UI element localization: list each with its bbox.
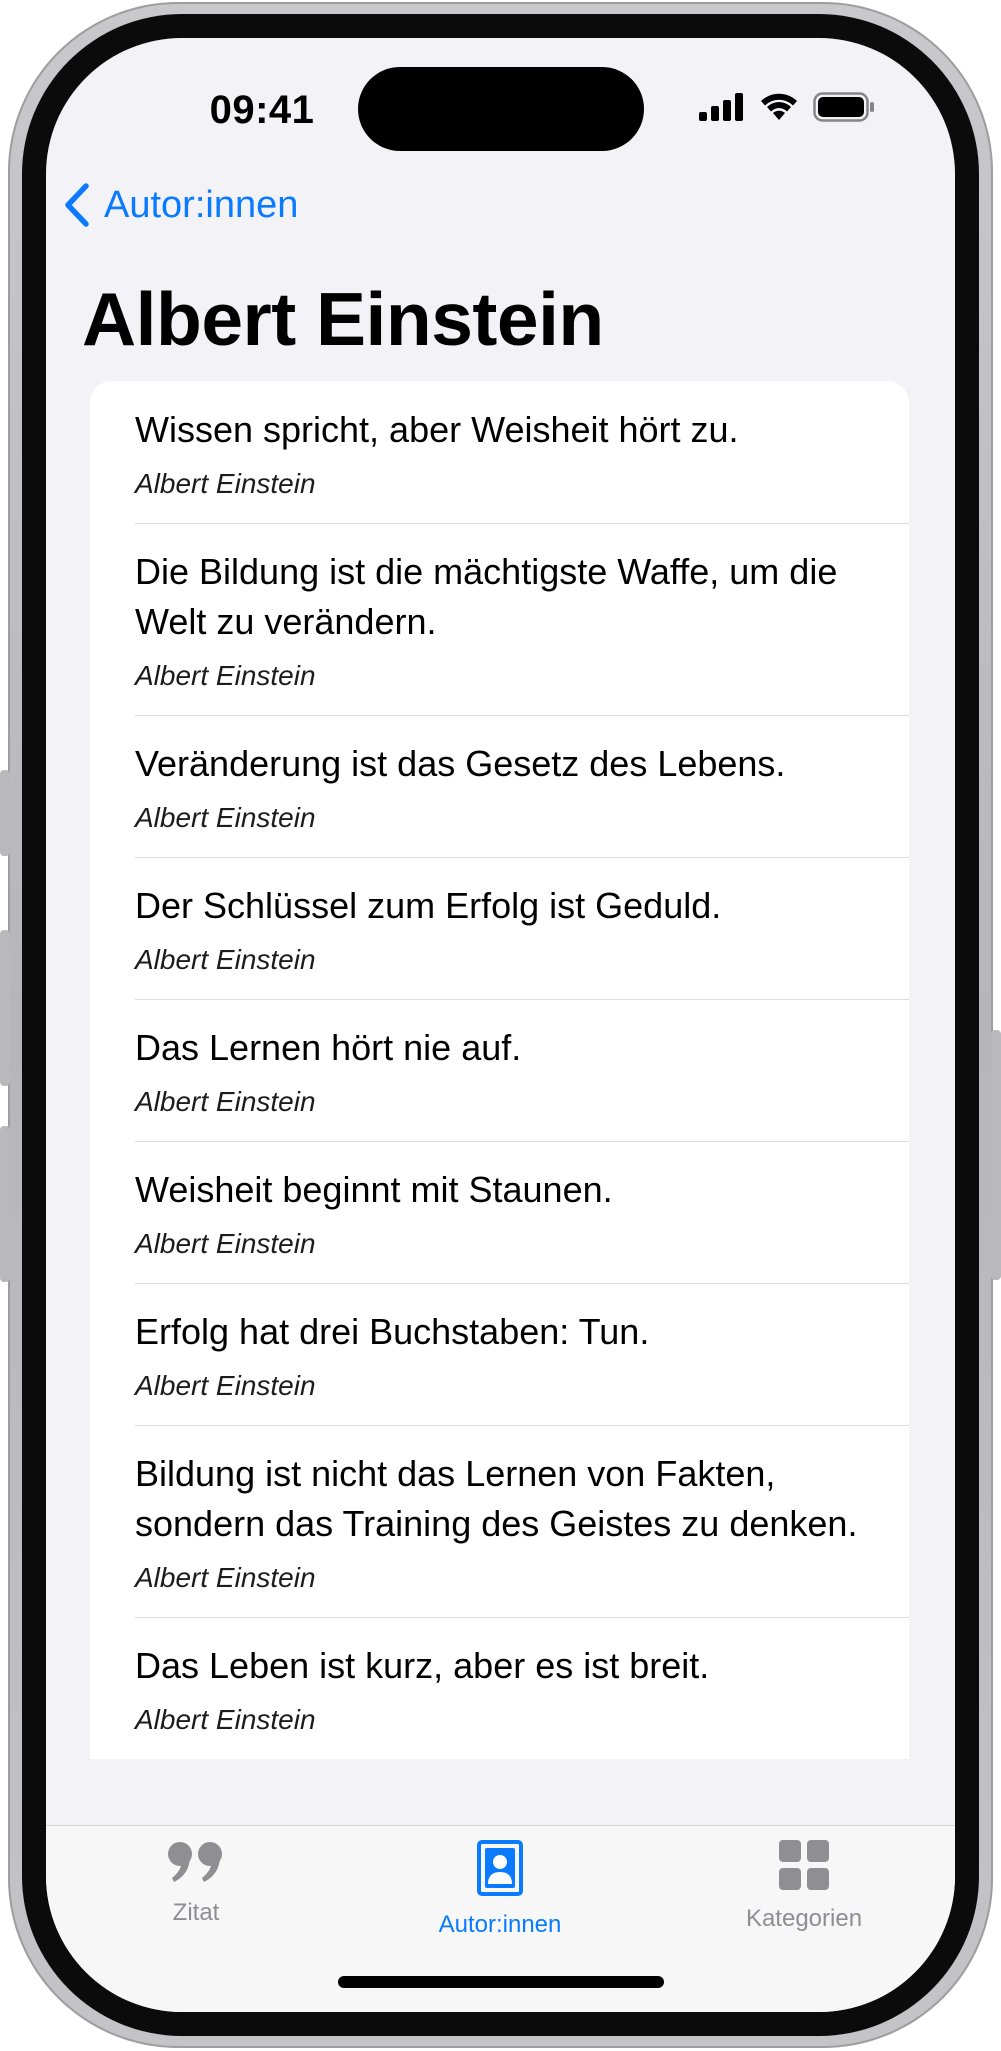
quote-row[interactable]: Erfolg hat drei Buchstaben: Tun. Albert … — [90, 1283, 909, 1425]
quote-text: Die Bildung ist die mächtigste Waffe, um… — [135, 551, 838, 642]
status-icons — [699, 92, 875, 122]
dynamic-island — [358, 67, 644, 151]
status-time: 09:41 — [209, 88, 315, 132]
quote-text: Weisheit beginnt mit Staunen. — [135, 1169, 613, 1210]
chevron-left-icon — [65, 183, 89, 227]
quote-author: Albert Einstein — [135, 1228, 316, 1259]
wifi-icon — [761, 93, 797, 120]
quote-author: Albert Einstein — [135, 660, 316, 691]
quote-author: Albert Einstein — [135, 1086, 316, 1117]
quote-author: Albert Einstein — [135, 1370, 316, 1401]
back-button-label: Autor:innen — [104, 183, 299, 226]
quote-text: Veränderung ist das Gesetz des Lebens. — [135, 743, 786, 784]
grid-icon — [779, 1840, 829, 1890]
cellular-signal-icon — [699, 93, 743, 121]
quote-text: Der Schlüssel zum Erfolg ist Geduld. — [135, 885, 722, 926]
battery-icon — [813, 92, 874, 122]
home-indicator — [338, 1976, 664, 1988]
quote-row[interactable]: Die Bildung ist die mächtigste Waffe, um… — [90, 523, 909, 715]
screen: 09:41 Autor:innen Albert Einstein Wissen — [46, 38, 955, 2012]
power-button — [991, 1030, 1001, 1280]
quote-author: Albert Einstein — [135, 468, 316, 499]
tab-label: Autor:innen — [438, 1911, 562, 1938]
back-button[interactable]: Autor:innen — [64, 183, 298, 227]
quote-text: Das Leben ist kurz, aber es ist breit. — [135, 1645, 710, 1686]
quote-row[interactable]: Das Leben ist kurz, aber es ist breit. A… — [90, 1617, 909, 1759]
tab-zitat[interactable]: Zitat — [86, 1840, 306, 1927]
quote-row[interactable]: Veränderung ist das Gesetz des Lebens. A… — [90, 715, 909, 857]
person-portrait-icon — [477, 1840, 523, 1896]
quote-icon — [168, 1842, 222, 1882]
quote-row[interactable]: Weisheit beginnt mit Staunen. Albert Ein… — [90, 1141, 909, 1283]
quote-text: Bildung ist nicht das Lernen von Fakten,… — [135, 1453, 858, 1544]
action-button — [0, 770, 10, 856]
tab-autorinnen[interactable]: Autor:innen — [390, 1840, 610, 1939]
volume-down-button — [0, 1126, 10, 1282]
quote-row[interactable]: Wissen spricht, aber Weisheit hört zu. A… — [90, 381, 909, 523]
quote-text: Wissen spricht, aber Weisheit hört zu. — [135, 409, 739, 450]
quote-author: Albert Einstein — [135, 802, 316, 833]
quote-list: Wissen spricht, aber Weisheit hört zu. A… — [90, 381, 909, 1759]
quote-author: Albert Einstein — [135, 944, 316, 975]
tab-label: Zitat — [172, 1899, 220, 1926]
quote-row[interactable]: Der Schlüssel zum Erfolg ist Geduld. Alb… — [90, 857, 909, 999]
quote-author: Albert Einstein — [135, 1562, 316, 1593]
quote-text: Erfolg hat drei Buchstaben: Tun. — [135, 1311, 650, 1352]
tab-bar: Zitat Autor:innen Kategorien — [46, 1825, 955, 2012]
volume-up-button — [0, 930, 10, 1086]
tab-label: Kategorien — [745, 1905, 863, 1932]
quote-author: Albert Einstein — [135, 1704, 316, 1735]
page-title: Albert Einstein — [82, 277, 604, 361]
tab-kategorien[interactable]: Kategorien — [694, 1840, 914, 1933]
quote-row[interactable]: Das Lernen hört nie auf. Albert Einstein — [90, 999, 909, 1141]
quote-text: Das Lernen hört nie auf. — [135, 1027, 522, 1068]
quote-row[interactable]: Bildung ist nicht das Lernen von Fakten,… — [90, 1425, 909, 1617]
